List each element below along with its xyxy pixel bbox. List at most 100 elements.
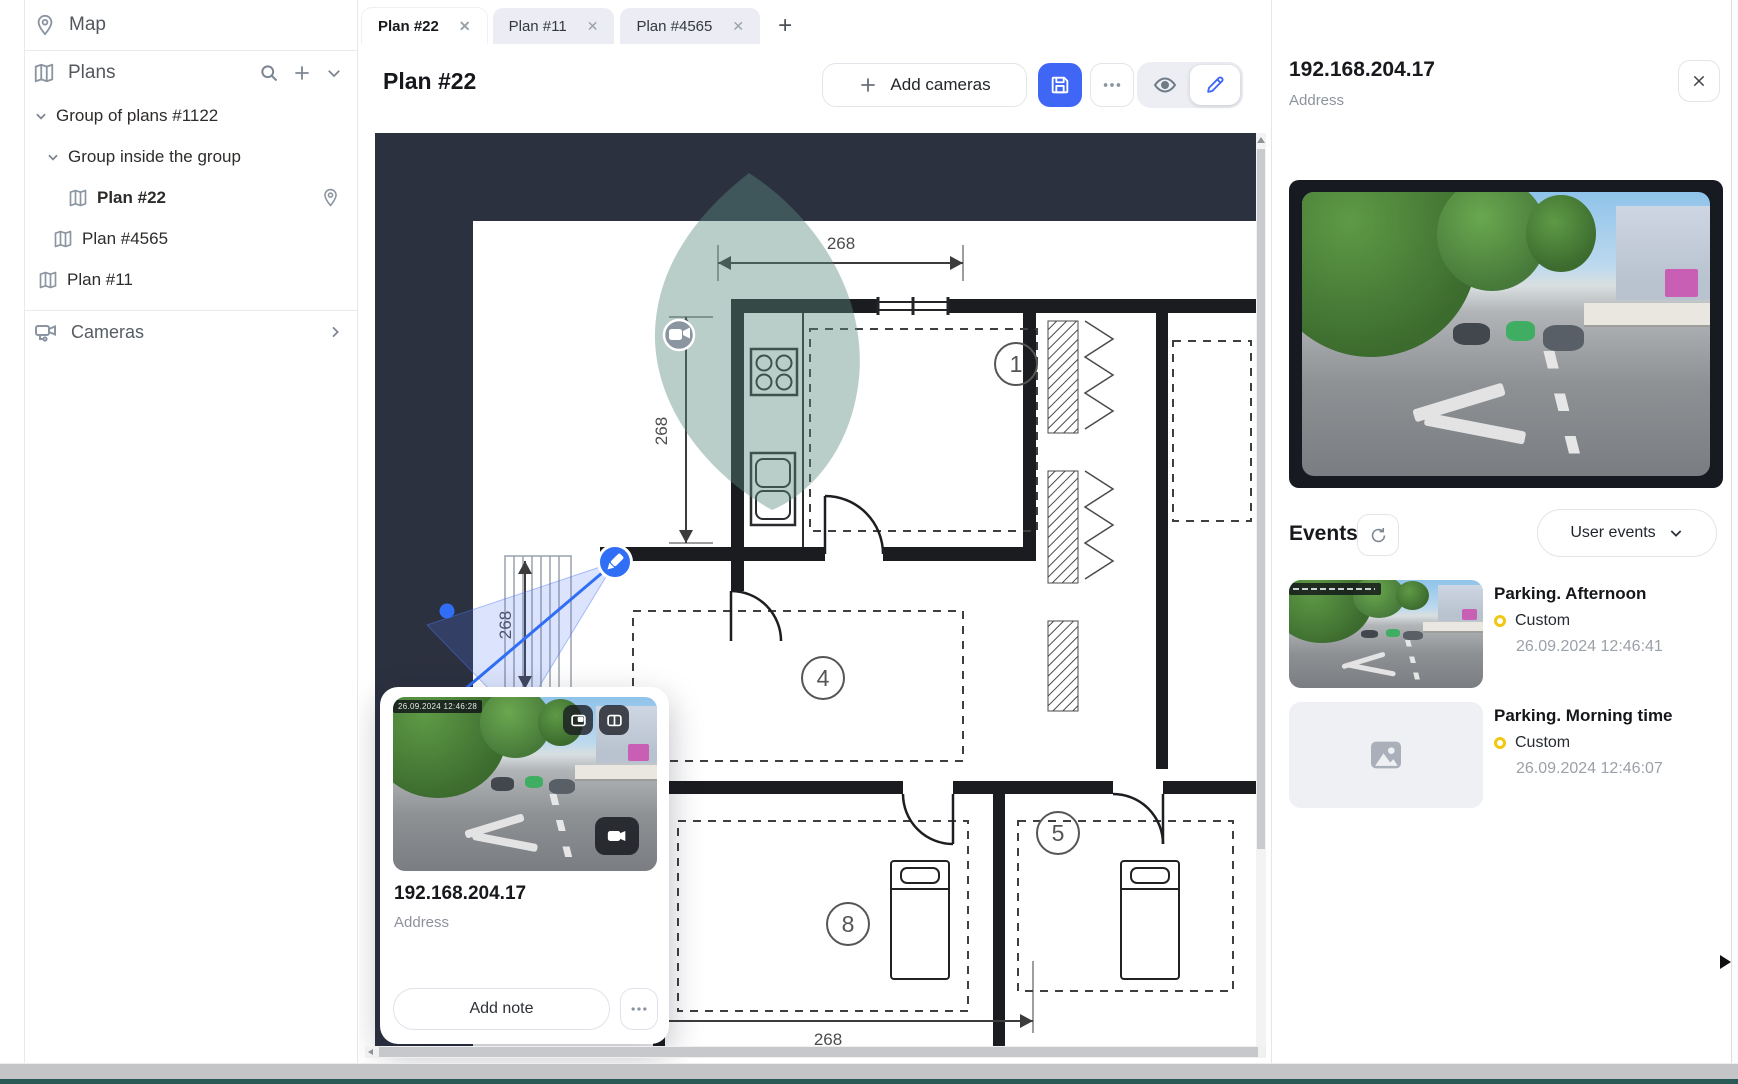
refresh-events-button[interactable]: [1357, 514, 1399, 556]
mouse-cursor: [1720, 955, 1731, 969]
refresh-icon: [1369, 526, 1388, 545]
custom-event-dot-icon: [1494, 737, 1506, 749]
add-note-button[interactable]: Add note: [393, 988, 610, 1030]
window-right-gutter: [1731, 0, 1738, 1063]
close-tab-icon[interactable]: ✕: [587, 19, 599, 33]
mode-segmented-control: [1137, 62, 1243, 108]
kitchen-fixtures: [751, 313, 803, 547]
camera-live-frame[interactable]: [1289, 180, 1723, 488]
user-events-dropdown[interactable]: User events: [1537, 509, 1717, 557]
pencil-icon: [1204, 74, 1226, 96]
horizontal-scrollbar[interactable]: [365, 1046, 1266, 1058]
event-thumbnail[interactable]: [1289, 580, 1483, 688]
sidebar-item-map[interactable]: Map: [25, 0, 357, 51]
plan-header: Plan #22 Add cameras: [359, 44, 1270, 120]
edit-mode-button[interactable]: [1190, 65, 1240, 105]
vertical-scrollbar[interactable]: [1256, 133, 1266, 1056]
event-still-image: [1289, 580, 1483, 688]
camera-icon: [34, 320, 58, 344]
event-item[interactable]: Parking. Morning time Custom 26.09.2024 …: [1289, 702, 1723, 810]
tree-plan-11[interactable]: Plan #11: [25, 259, 357, 300]
popup-more-button[interactable]: [620, 988, 658, 1030]
camera-preview-thumbnail[interactable]: 26.09.2024 12:46:28: [393, 697, 657, 871]
plans-app: Map Plans Group of plans #1122 Group ins…: [0, 0, 1738, 1084]
event-title: Parking. Morning time: [1494, 706, 1673, 726]
map-icon: [33, 62, 55, 84]
dimension-label: 268: [827, 234, 855, 253]
camera-channels-badge: [595, 817, 639, 855]
event-type: Custom: [1494, 734, 1570, 752]
open-preview-button[interactable]: [563, 705, 593, 735]
save-button[interactable]: [1038, 63, 1082, 107]
window-bottom-bar: [0, 1063, 1738, 1079]
collapse-plans-icon[interactable]: [325, 64, 343, 82]
scroll-up-arrow[interactable]: [1257, 137, 1265, 143]
vertical-scroll-thumb[interactable]: [1257, 149, 1265, 849]
close-tab-icon[interactable]: ✕: [732, 19, 744, 33]
map-label: Map: [69, 14, 106, 36]
floppy-save-icon: [1049, 74, 1071, 96]
horizontal-scroll-thumb[interactable]: [379, 1047, 1258, 1057]
plans-label: Plans: [68, 62, 116, 84]
tab-bar: Plan #22 ✕ Plan #11 ✕ Plan #4565 ✕ +: [359, 0, 1270, 44]
view-mode-button[interactable]: [1140, 65, 1190, 105]
add-tab-button[interactable]: +: [772, 14, 798, 38]
close-tab-icon[interactable]: ✕: [459, 19, 471, 33]
close-panel-button[interactable]: [1678, 60, 1720, 102]
map-icon: [53, 229, 73, 249]
dimension-label: 268: [652, 417, 671, 445]
event-title: Parking. Afternoon: [1494, 584, 1646, 604]
plus-icon: [858, 75, 878, 95]
window-bottom-edge: [0, 1079, 1738, 1084]
map-pin-icon: [34, 14, 56, 36]
event-type: Custom: [1494, 612, 1570, 630]
tab-plan-11[interactable]: Plan #11 ✕: [493, 8, 615, 44]
room-number: 8: [842, 911, 855, 937]
camera-details-panel: 192.168.204.17 Address Events User event…: [1271, 0, 1730, 1063]
events-heading: Events: [1289, 522, 1358, 546]
camera-popup-card: 26.09.2024 12:46:28 192.168.204.17 Addre…: [380, 687, 669, 1044]
sidebar-section-plans[interactable]: Plans: [25, 51, 357, 95]
map-icon: [68, 188, 88, 208]
room-number: 4: [817, 665, 830, 691]
chevron-down-icon: [1668, 525, 1684, 541]
tree-group-1122[interactable]: Group of plans #1122: [25, 95, 357, 136]
window: [878, 297, 948, 315]
tab-plan-22[interactable]: Plan #22 ✕: [362, 8, 487, 44]
tree-plan-22[interactable]: Plan #22: [25, 177, 357, 218]
eye-icon: [1153, 73, 1177, 97]
event-timestamp: 26.09.2024 12:46:07: [1516, 760, 1663, 778]
page-title: Plan #22: [383, 68, 476, 95]
scroll-left-arrow[interactable]: [368, 1049, 373, 1055]
plans-tree: Group of plans #1122 Group inside the gr…: [25, 95, 357, 300]
event-placeholder-thumbnail: [1289, 702, 1483, 808]
tree-plan-4565[interactable]: Plan #4565: [25, 218, 357, 259]
room-number: 5: [1052, 820, 1065, 846]
events-header: Events User events: [1289, 512, 1723, 560]
camera-live-image: [1302, 192, 1710, 476]
panel-camera-ip: 192.168.204.17: [1289, 58, 1435, 82]
add-cameras-button[interactable]: Add cameras: [822, 63, 1027, 107]
ellipsis-icon: [1101, 74, 1123, 96]
chevron-right-icon[interactable]: [327, 324, 343, 340]
custom-event-dot-icon: [1494, 615, 1506, 627]
tree-group-inside[interactable]: Group inside the group: [25, 136, 357, 177]
tab-plan-4565[interactable]: Plan #4565 ✕: [620, 8, 760, 44]
dimension-label: 268: [814, 1030, 842, 1047]
cameras-label: Cameras: [71, 322, 144, 343]
event-item[interactable]: Parking. Afternoon Custom 26.09.2024 12:…: [1289, 580, 1723, 690]
located-pin-icon[interactable]: [321, 188, 340, 207]
search-icon[interactable]: [259, 63, 279, 83]
camera-ip: 192.168.204.17: [394, 883, 526, 905]
thumbnail-timestamp: 26.09.2024 12:46:28: [393, 700, 482, 713]
event-timestamp: 26.09.2024 12:46:41: [1516, 638, 1663, 656]
plan-viewport[interactable]: 1 4 5 8: [359, 120, 1270, 1063]
furniture: [891, 861, 1179, 979]
chevron-down-icon[interactable]: [34, 109, 48, 123]
camera-address: Address: [394, 914, 449, 931]
sidebar-section-cameras[interactable]: Cameras: [25, 310, 357, 353]
chevron-down-icon[interactable]: [46, 150, 60, 164]
more-actions-button[interactable]: [1090, 63, 1134, 107]
add-plan-icon[interactable]: [292, 63, 312, 83]
split-view-button[interactable]: [599, 705, 629, 735]
